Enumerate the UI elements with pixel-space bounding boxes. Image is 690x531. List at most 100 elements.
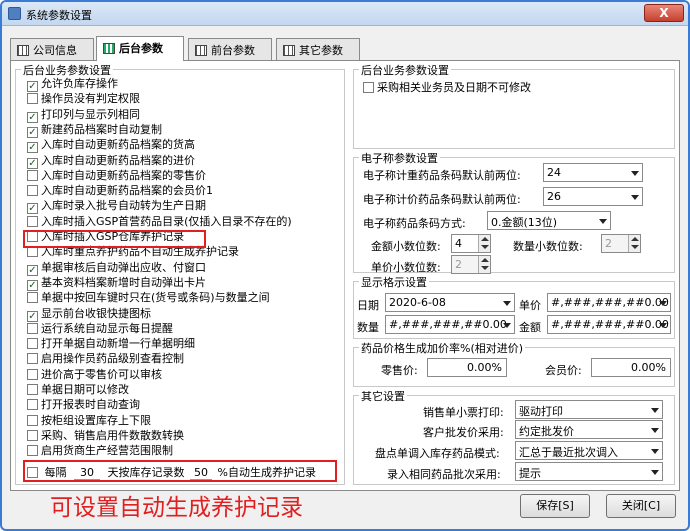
price-prefix-label: 电子称计价药品条码默认前两位: — [363, 193, 521, 206]
option-label: 运行系统自动显示每日提醒 — [41, 321, 173, 335]
auto-maintenance-checkbox[interactable] — [27, 467, 38, 478]
backend-option[interactable]: ✓ 入库时录入批号自动转为生产日期 — [27, 197, 206, 215]
backend-option[interactable]: ✓ 允许负库存操作 — [27, 75, 118, 92]
chevron-down-icon — [599, 219, 607, 224]
tab-other-params[interactable]: 其它参数 — [276, 38, 360, 60]
backend-option[interactable]: 入库时自动更新药品档案的零售价 — [27, 167, 206, 182]
option-checkbox[interactable] — [27, 292, 38, 304]
tab-backend-params[interactable]: 后台参数 — [96, 36, 184, 61]
backend-option[interactable]: 单据中按回车键时只在(货号或条码)与数量之间 — [27, 289, 270, 305]
price-decimals-label: 单价小数位数: — [371, 261, 441, 274]
auto-maintenance-row[interactable]: 每隔 30 天按库存记录数 50 %自动生成养护记录 — [27, 464, 316, 480]
backend-option[interactable]: 按柜组设置库存上下限 — [27, 412, 151, 427]
option-checkbox[interactable] — [27, 322, 38, 334]
backend-option[interactable]: ✓ 单据审核后自动弹出应收、付窗口 — [27, 259, 206, 276]
tab-panel: 后台业务参数设置 ✓ 允许负库存操作 操作员没有判定权限 ✓ 打印列与显示列相同 ✓ 新建药… — [10, 60, 680, 491]
close-button[interactable]: 关闭[C] — [606, 494, 676, 518]
option-checkbox[interactable] — [27, 185, 38, 197]
backend-option[interactable]: 运行系统自动显示每日提醒 — [27, 320, 173, 335]
backend-option[interactable]: 操作员没有判定权限 — [27, 90, 140, 105]
chevron-down-icon — [631, 195, 639, 200]
backend-option[interactable]: 入库时插入GSP首营药品目录(仅插入目录不存在的) — [27, 213, 292, 228]
unit-price-format-select[interactable]: #,###,###,##0.00 — [547, 293, 671, 312]
option-checkbox[interactable] — [27, 445, 38, 457]
app-icon — [8, 7, 21, 20]
backend-option[interactable]: ✓ 入库时自动更新药品档案的进价 — [27, 152, 195, 169]
backend-option[interactable]: 启用操作员药品级别查看控制 — [27, 350, 184, 365]
amount-format-label: 金额 — [519, 321, 541, 334]
date-format-select[interactable]: 2020-6-08 — [385, 293, 515, 312]
retail-markup-label: 零售价: — [381, 364, 418, 377]
backend-option[interactable]: 单据日期可以修改 — [27, 381, 129, 396]
backend-option[interactable]: 启用货商生产经营范围限制 — [27, 442, 173, 457]
price-prefix-select[interactable]: 26 — [543, 187, 643, 206]
option-label: 入库时自动更新药品档案的进价 — [41, 153, 195, 167]
amount-decimals-stepper[interactable]: 4 — [451, 234, 491, 253]
amount-format-select[interactable]: #,###,###,##0.00 — [547, 315, 671, 334]
backend-option[interactable]: ✓ 显示前台收银快捷图标 — [27, 305, 151, 322]
close-window-button[interactable]: X — [644, 4, 684, 22]
chevron-down-icon — [503, 301, 511, 306]
tab-company-info[interactable]: 公司信息 — [10, 38, 94, 60]
weight-prefix-select[interactable]: 24 — [543, 163, 643, 182]
tab-icon — [17, 45, 29, 56]
chevron-down-icon — [651, 470, 659, 475]
option-label: 入库时自动更新药品档案的零售价 — [41, 168, 206, 182]
receipt-print-select[interactable]: 驱动打印 — [515, 400, 663, 419]
option-checkbox[interactable] — [27, 414, 38, 426]
qty-decimals-label: 数量小数位数: — [513, 240, 583, 253]
tab-icon — [195, 45, 207, 56]
stocktake-mode-label: 盘点单调入库存药品模式: — [375, 447, 500, 460]
window-title: 系统参数设置 — [26, 9, 92, 22]
group-title: 药品价格生成加价率%(相对进价) — [359, 340, 526, 356]
group-title: 后台业务参数设置 — [359, 62, 451, 78]
backend-option[interactable]: 采购、销售启用件数散数转换 — [27, 427, 184, 442]
stepper-arrows-icon[interactable] — [478, 256, 490, 273]
option-checkbox[interactable] — [27, 368, 38, 380]
option-label: 采购、销售启用件数散数转换 — [41, 428, 184, 442]
wholesale-price-label: 客户批发价采用: — [423, 426, 504, 439]
qty-format-label: 数量 — [357, 321, 379, 334]
stepper-arrows-icon[interactable] — [478, 235, 490, 252]
batch-mode-select[interactable]: 提示 — [515, 462, 663, 481]
save-button[interactable]: 保存[S] — [520, 494, 590, 518]
receipt-print-label: 销售单小票打印: — [423, 406, 504, 419]
qty-decimals-stepper[interactable]: 2 — [601, 234, 641, 253]
option-checkbox[interactable] — [27, 169, 38, 181]
option-checkbox[interactable] — [27, 353, 38, 365]
stocktake-mode-select[interactable]: 汇总于最近批次调入 — [515, 441, 663, 460]
backend-option[interactable]: 打开报表时自动查询 — [27, 396, 140, 411]
option-checkbox[interactable] — [27, 384, 38, 395]
member-markup-input[interactable]: 0.00% — [591, 358, 671, 377]
tab-frontend-params[interactable]: 前台参数 — [188, 38, 272, 60]
barcode-mode-select[interactable]: 0.金额(13位) — [487, 211, 611, 230]
option-checkbox[interactable] — [27, 93, 38, 105]
stepper-arrows-icon[interactable] — [628, 235, 640, 252]
annotation-caption: 可设置自动生成养护记录 — [50, 495, 303, 521]
option-checkbox[interactable] — [27, 429, 38, 441]
backend-option[interactable]: ✓ 新建药品档案时自动复制 — [27, 121, 162, 138]
retail-markup-input[interactable]: 0.00% — [427, 358, 507, 377]
option-label: 打印列与显示列相同 — [41, 107, 140, 121]
weight-prefix-label: 电子称计重药品条码默认前两位: — [363, 169, 521, 182]
lock-purchase-checkbox[interactable] — [363, 82, 374, 93]
option-label: 单据中按回车键时只在(货号或条码)与数量之间 — [41, 291, 270, 305]
option-checkbox[interactable] — [27, 338, 38, 350]
qty-format-select[interactable]: #,###,###,##0.00 — [385, 315, 515, 334]
record-percent-input[interactable]: 50 — [190, 466, 212, 480]
tab-icon — [283, 45, 295, 56]
wholesale-price-select[interactable]: 约定批发价 — [515, 420, 663, 439]
option-label: 打开单据自动新增一行单据明细 — [41, 337, 195, 351]
backend-option[interactable]: ✓ 入库时自动更新药品档案的货高 — [27, 136, 195, 154]
option-checkbox[interactable] — [27, 399, 38, 411]
backend-option[interactable]: ✓ 基本资料档案新增时自动弹出卡片 — [27, 274, 206, 291]
interval-days-input[interactable]: 30 — [74, 466, 100, 480]
backend-option[interactable]: 进价高于零售价可以审核 — [27, 366, 162, 381]
price-decimals-stepper[interactable]: 2 — [451, 255, 491, 274]
backend-option[interactable]: 入库时自动更新药品档案的会员价1 — [27, 182, 213, 197]
backend-option[interactable]: 打开单据自动新增一行单据明细 — [27, 335, 195, 351]
option-checkbox[interactable] — [27, 215, 38, 227]
backend-option[interactable]: ✓ 打印列与显示列相同 — [27, 106, 140, 123]
option-label: 单据审核后自动弹出应收、付窗口 — [41, 260, 206, 274]
lock-purchase-option[interactable]: 采购相关业务员及日期不可修改 — [363, 79, 531, 94]
